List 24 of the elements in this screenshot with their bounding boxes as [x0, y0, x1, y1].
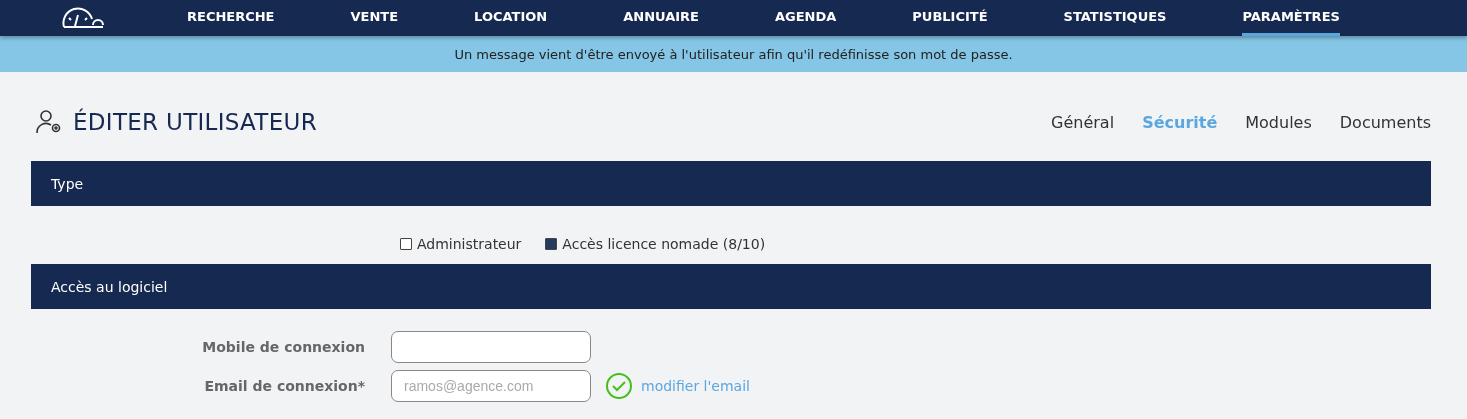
nav-link[interactable]: ANNUAIRE	[623, 0, 699, 36]
input-field[interactable]: ramos@agence.com	[391, 370, 591, 402]
checkbox[interactable]	[545, 237, 558, 250]
section-title: Accès au logiciel	[51, 278, 168, 295]
checkbox-label: Administrateur	[417, 235, 522, 252]
banner-message: Un message vient d'être envoyé à l'utilisateur afin qu'il redéfinisse son mot de passe.	[454, 46, 1013, 62]
checkbox-label: Accès licence nomade (8/10)	[562, 235, 766, 252]
field-label: Mobile de connexion	[201, 339, 366, 355]
nav-link[interactable]: PUBLICITÉ	[912, 0, 988, 36]
tab[interactable]: Général	[1051, 112, 1115, 132]
nav-link[interactable]: LOCATION	[474, 0, 548, 36]
nav-link[interactable]: VENTE	[350, 0, 399, 36]
nav-link[interactable]: STATISTIQUES	[1063, 0, 1167, 36]
nav-link[interactable]: AGENDA	[774, 0, 837, 36]
user-settings-icon	[35, 109, 63, 135]
checkbox[interactable]	[400, 237, 412, 250]
tab[interactable]: Documents	[1339, 112, 1431, 132]
tab[interactable]: Modules	[1245, 112, 1312, 132]
section-title: Type	[51, 175, 84, 192]
nav-link[interactable]: RECHERCHE	[187, 0, 275, 36]
field-label: Email de connexion*	[203, 378, 366, 394]
input-field[interactable]	[391, 331, 591, 363]
speedometer-logo-icon[interactable]	[61, 7, 107, 29]
page-title: ÉDITER UTILISATEUR	[73, 109, 317, 135]
